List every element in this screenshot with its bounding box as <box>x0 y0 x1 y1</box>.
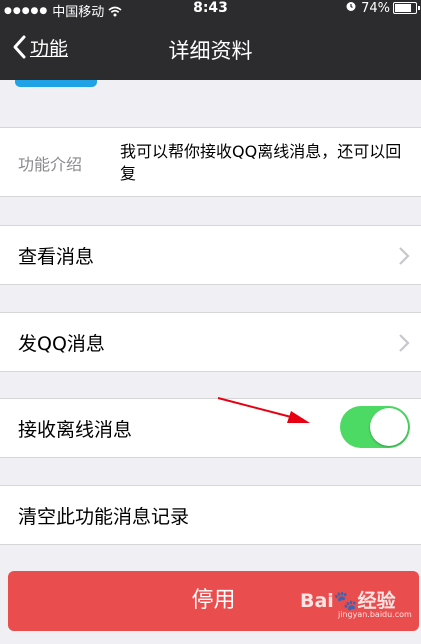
navigation-bar: 功能 详细资料 <box>0 18 421 80</box>
watermark-brand: Bai <box>300 590 334 612</box>
send-qq-message-row[interactable]: 发QQ消息 <box>0 312 421 372</box>
status-bar: ●●●●● 中国移动 8:43 74% <box>0 0 421 20</box>
avatar-edge <box>15 80 97 87</box>
baidu-watermark: Bai🐾经验 jingyan.baidu.com <box>300 586 412 619</box>
paw-icon: 🐾 <box>333 590 358 612</box>
receive-offline-label: 接收离线消息 <box>18 419 133 441</box>
clear-history-row[interactable]: 清空此功能消息记录 <box>0 485 421 545</box>
toggle-knob <box>370 408 408 446</box>
chevron-right-icon <box>399 247 410 265</box>
view-messages-row[interactable]: 查看消息 <box>0 225 421 285</box>
send-qq-message-label: 发QQ消息 <box>18 333 105 355</box>
receive-offline-toggle[interactable] <box>340 406 410 448</box>
intro-label: 功能介绍 <box>18 155 83 174</box>
battery-icon <box>393 2 420 14</box>
alarm-icon <box>345 0 357 16</box>
intro-text: 我可以帮你接收QQ离线消息，还可以回复 <box>120 142 402 183</box>
battery-percent: 74% <box>361 0 390 16</box>
chevron-right-icon <box>399 334 410 352</box>
page-title: 详细资料 <box>168 39 253 63</box>
view-messages-label: 查看消息 <box>18 246 95 268</box>
watermark-brand2: 经验 <box>357 590 396 612</box>
annotation-arrow-icon <box>217 397 310 423</box>
intro-row: 功能介绍 我可以帮你接收QQ离线消息，还可以回复 <box>0 127 421 197</box>
clear-history-label: 清空此功能消息记录 <box>18 506 190 528</box>
receive-offline-row: 接收离线消息 <box>0 398 421 458</box>
watermark-url: jingyan.baidu.com <box>338 610 412 619</box>
